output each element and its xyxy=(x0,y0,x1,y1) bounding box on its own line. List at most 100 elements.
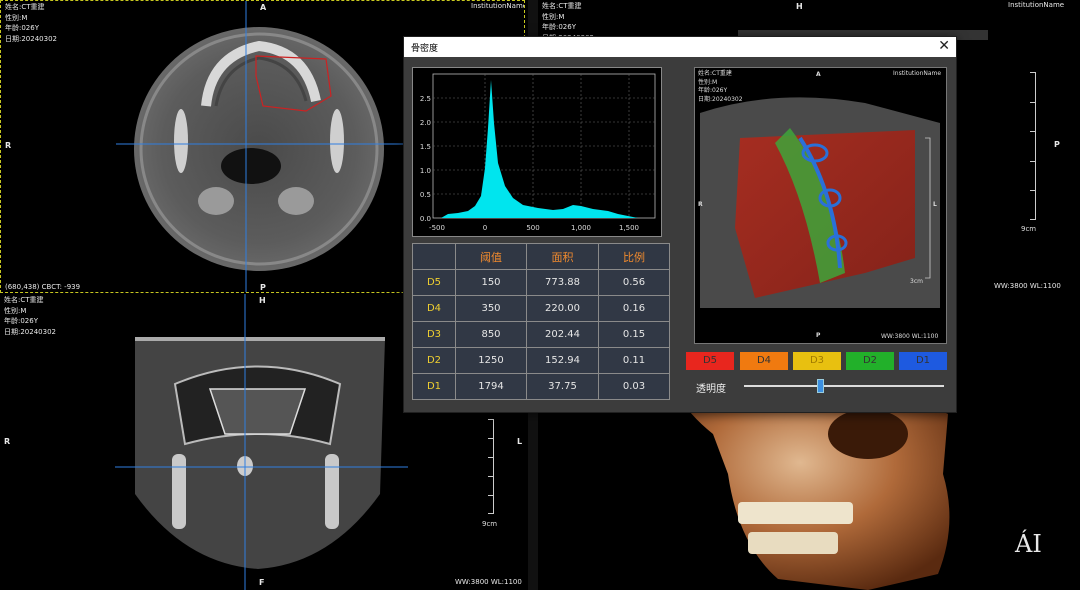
table-header-row: 阈值 面积 比例 xyxy=(412,243,670,270)
density-button-d2[interactable]: D2 xyxy=(846,352,894,370)
dialog-title: 骨密度 xyxy=(411,44,439,54)
density-button-d5[interactable]: D5 xyxy=(686,352,734,370)
bone-density-dialog: 骨密度 ✕ 2.5 2.0 1.5 1.0 0.5 0.0 -500 0 500… xyxy=(403,36,957,413)
transparency-label: 透明度 xyxy=(696,384,726,395)
density-table: 阈值 面积 比例 D5 150 773.88 0.56 D4 350 220.0… xyxy=(412,243,670,400)
orient-left: R xyxy=(698,201,703,208)
scale-label: 3cm xyxy=(910,278,923,285)
density-button-label: D2 xyxy=(862,355,878,366)
x-tick: 500 xyxy=(526,224,539,232)
table-row[interactable]: D1 1794 37.75 0.03 xyxy=(412,373,670,400)
ratio-cell: 0.16 xyxy=(598,295,670,322)
histogram-chart: 2.5 2.0 1.5 1.0 0.5 0.0 -500 0 500 1,000… xyxy=(420,73,656,232)
ratio-cell: 0.03 xyxy=(598,373,670,400)
density-button-d4[interactable]: D4 xyxy=(740,352,788,370)
area-cell: 37.75 xyxy=(526,373,599,400)
dialog-titlebar[interactable]: 骨密度 ✕ xyxy=(404,37,956,57)
scale-bar xyxy=(1030,72,1036,220)
density-button-label: D4 xyxy=(756,355,772,366)
row-label: D5 xyxy=(412,269,456,296)
threshold-cell: 1250 xyxy=(455,347,527,374)
density-button-d1[interactable]: D1 xyxy=(899,352,947,370)
threshold-cell: 150 xyxy=(455,269,527,296)
patient-age: 年龄:026Y xyxy=(698,87,728,94)
table-row[interactable]: D5 150 773.88 0.56 xyxy=(412,269,670,296)
x-tick: 1,000 xyxy=(571,224,591,232)
patient-name: 姓名:CT重建 xyxy=(5,3,45,11)
patient-sex: 性别:M xyxy=(698,78,718,86)
patient-age: 年龄:026Y xyxy=(542,23,576,31)
patient-info-coronal: 姓名:CT重建 性别:M 年龄:026Y 日期:20240302 xyxy=(4,295,56,337)
patient-date: 日期:20240302 xyxy=(4,327,56,336)
coord-readout: (680,438) CBCT: -939 xyxy=(5,283,81,291)
patient-sex: 性别:M xyxy=(4,306,27,315)
histogram-panel: 2.5 2.0 1.5 1.0 0.5 0.0 -500 0 500 1,000… xyxy=(412,67,662,237)
transparency-slider[interactable] xyxy=(744,385,944,387)
density-button-label: D1 xyxy=(915,355,931,366)
y-tick: 1.0 xyxy=(420,167,431,175)
patient-date: 日期:20240302 xyxy=(698,95,743,103)
patient-name: 姓名:CT重建 xyxy=(542,2,582,10)
area-cell: 202.44 xyxy=(526,321,599,348)
orient-left: R xyxy=(5,141,12,150)
institution-name: InstitutionName xyxy=(1008,1,1065,9)
area-cell: 773.88 xyxy=(526,269,599,296)
patient-info-preview: 姓名:CT重建 性别:M 年龄:026Y 日期:20240302 xyxy=(698,70,743,104)
orient-bottom: P xyxy=(260,283,266,292)
orient-right: P xyxy=(1054,140,1060,149)
area-cell: 220.00 xyxy=(526,295,599,322)
orient-top: A xyxy=(260,3,267,12)
ratio-cell: 0.56 xyxy=(598,269,670,296)
row-label: D4 xyxy=(412,295,456,322)
institution-name: InstitutionName xyxy=(893,70,942,77)
density-button-label: D3 xyxy=(809,355,825,366)
orient-right: L xyxy=(517,437,523,446)
institution-name: InstitutionName xyxy=(471,2,525,10)
patient-date: 日期:20240302 xyxy=(5,34,57,43)
patient-name: 姓名:CT重建 xyxy=(4,296,44,304)
table-row[interactable]: D2 1250 152.94 0.11 xyxy=(412,347,670,374)
ratio-cell: 0.15 xyxy=(598,321,670,348)
density-preview-panel[interactable]: 姓名:CT重建 性别:M 年龄:026Y 日期:20240302 Institu… xyxy=(694,67,947,344)
x-tick: 1,500 xyxy=(619,224,639,232)
patient-age: 年龄:026Y xyxy=(4,317,38,325)
y-tick: 1.5 xyxy=(420,143,431,151)
density-button-d3[interactable]: D3 xyxy=(793,352,841,370)
patient-sex: 性别:M xyxy=(542,12,565,21)
ratio-cell: 0.11 xyxy=(598,347,670,374)
y-tick: 0.0 xyxy=(420,215,431,223)
close-icon[interactable]: ✕ xyxy=(938,38,950,54)
x-tick: 0 xyxy=(483,224,487,232)
column-header: 阈值 xyxy=(455,243,527,270)
y-tick: 2.0 xyxy=(420,119,431,127)
wwwl-readout: WW:3800 WL:1100 xyxy=(881,333,939,340)
patient-sex: 性别:M xyxy=(5,13,28,22)
threshold-cell: 850 xyxy=(455,321,527,348)
wwwl-readout: WW:3800 WL:1100 xyxy=(455,578,522,586)
row-label: D1 xyxy=(412,373,456,400)
orient-right: L xyxy=(933,201,937,208)
scale-bar xyxy=(488,419,494,514)
y-tick: 2.5 xyxy=(420,95,431,103)
x-tick: -500 xyxy=(429,224,445,232)
column-header: 比例 xyxy=(598,243,670,270)
orient-left: R xyxy=(4,437,11,446)
orient-bottom: F xyxy=(259,578,265,587)
wwwl-readout: WW:3800 WL:1100 xyxy=(994,282,1061,290)
density-overlay-image xyxy=(700,97,940,308)
y-tick: 0.5 xyxy=(420,191,431,199)
orient-top: H xyxy=(796,2,803,11)
transparency-slider-thumb[interactable] xyxy=(817,379,824,393)
table-row[interactable]: D3 850 202.44 0.15 xyxy=(412,321,670,348)
threshold-cell: 350 xyxy=(455,295,527,322)
patient-age: 年龄:026Y xyxy=(5,24,39,32)
row-label: D2 xyxy=(412,347,456,374)
row-label: D3 xyxy=(412,321,456,348)
scale-label: 9cm xyxy=(1021,225,1037,233)
orient-bottom: P xyxy=(816,332,821,339)
scale-label: 9cm xyxy=(482,520,498,528)
table-row[interactable]: D4 350 220.00 0.16 xyxy=(412,295,670,322)
orient-top: A xyxy=(816,71,821,78)
watermark: ÁI xyxy=(1015,530,1042,558)
histogram-x-ticks: -500 0 500 1,000 1,500 xyxy=(429,224,639,232)
